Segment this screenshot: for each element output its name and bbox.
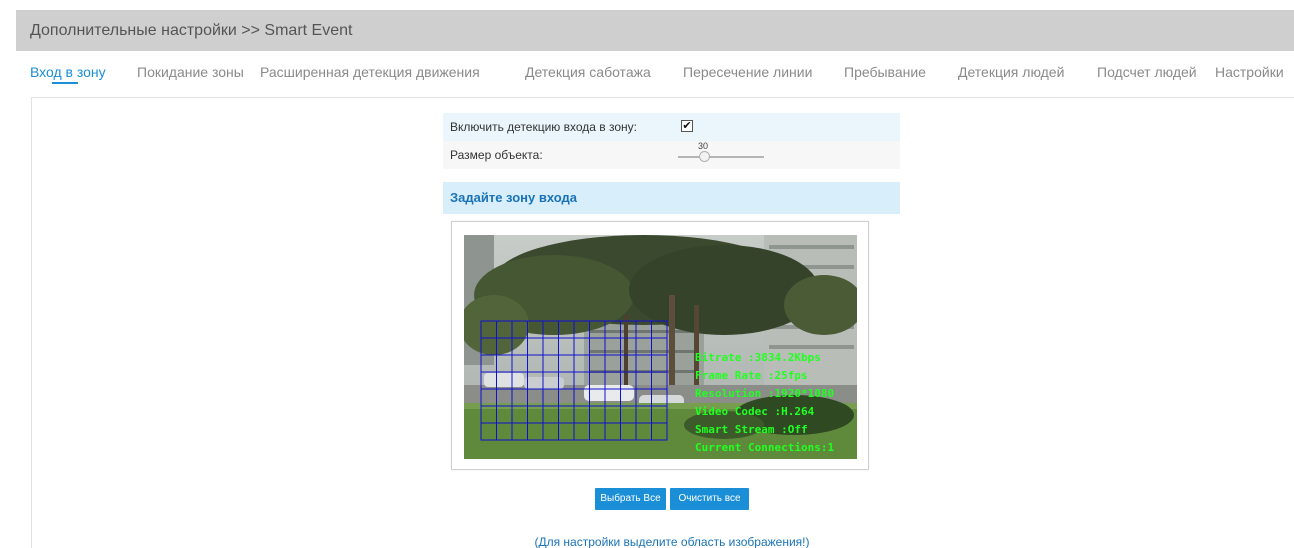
active-tab-indicator bbox=[52, 82, 78, 84]
tab-loitering[interactable]: Пребывание bbox=[844, 64, 926, 80]
overlay-video-codec: Video Codec :H.264 bbox=[695, 405, 815, 418]
overlay-resolution: Resolution :1920*1080 bbox=[695, 387, 834, 400]
overlay-bitrate: Bitrate :3834.2Kbps bbox=[695, 351, 821, 364]
zone-section-title: Задайте зону входа bbox=[443, 182, 900, 214]
object-size-value: 30 bbox=[698, 141, 709, 151]
select-all-button[interactable]: Выбрать Все bbox=[595, 488, 666, 510]
tab-human-detection[interactable]: Детекция людей bbox=[958, 64, 1064, 80]
tab-zone-exit[interactable]: Покидание зоны bbox=[137, 64, 244, 80]
tab-advanced-motion[interactable]: Расширенная детекция движения bbox=[260, 64, 480, 80]
overlay-smart-stream: Smart Stream :Off bbox=[695, 423, 808, 436]
settings-form: Включить детекцию входа в зону: ✔ Размер… bbox=[443, 113, 900, 169]
overlay-connections: Current Connections:1 bbox=[695, 441, 834, 454]
object-size-slider-track[interactable] bbox=[678, 156, 764, 158]
object-size-slider-thumb[interactable] bbox=[699, 151, 710, 162]
overlay-frame-rate: Frame Rate :25fps bbox=[695, 369, 808, 382]
tab-settings[interactable]: Настройки bbox=[1215, 64, 1284, 80]
enable-detection-row: Включить детекцию входа в зону: ✔ bbox=[443, 113, 900, 141]
selection-hint: (Для настройки выделите область изображе… bbox=[534, 535, 810, 548]
camera-preview[interactable]: Bitrate :3834.2Kbps Frame Rate :25fps Re… bbox=[464, 235, 857, 459]
tab-tamper-detection[interactable]: Детекция саботажа bbox=[525, 64, 651, 80]
clear-all-button[interactable]: Очистить все bbox=[670, 488, 749, 510]
tab-bar: Вход в зону Покидание зоны Расширенная д… bbox=[0, 51, 1294, 93]
zone-buttons: Выбрать Все Очистить все bbox=[0, 488, 1294, 510]
image-frame: Bitrate :3834.2Kbps Frame Rate :25fps Re… bbox=[451, 221, 869, 470]
page-title: Дополнительные настройки >> Smart Event bbox=[16, 10, 1294, 51]
enable-detection-checkbox[interactable]: ✔ bbox=[681, 120, 693, 132]
object-size-label: Размер объекта: bbox=[450, 148, 543, 162]
object-size-row: Размер объекта: 30 bbox=[443, 141, 900, 169]
tab-people-counting[interactable]: Подсчет людей bbox=[1097, 64, 1197, 80]
enable-detection-label: Включить детекцию входа в зону: bbox=[450, 120, 638, 134]
tab-zone-entry[interactable]: Вход в зону bbox=[30, 64, 106, 80]
tab-line-crossing[interactable]: Пересечение линии bbox=[683, 64, 812, 80]
